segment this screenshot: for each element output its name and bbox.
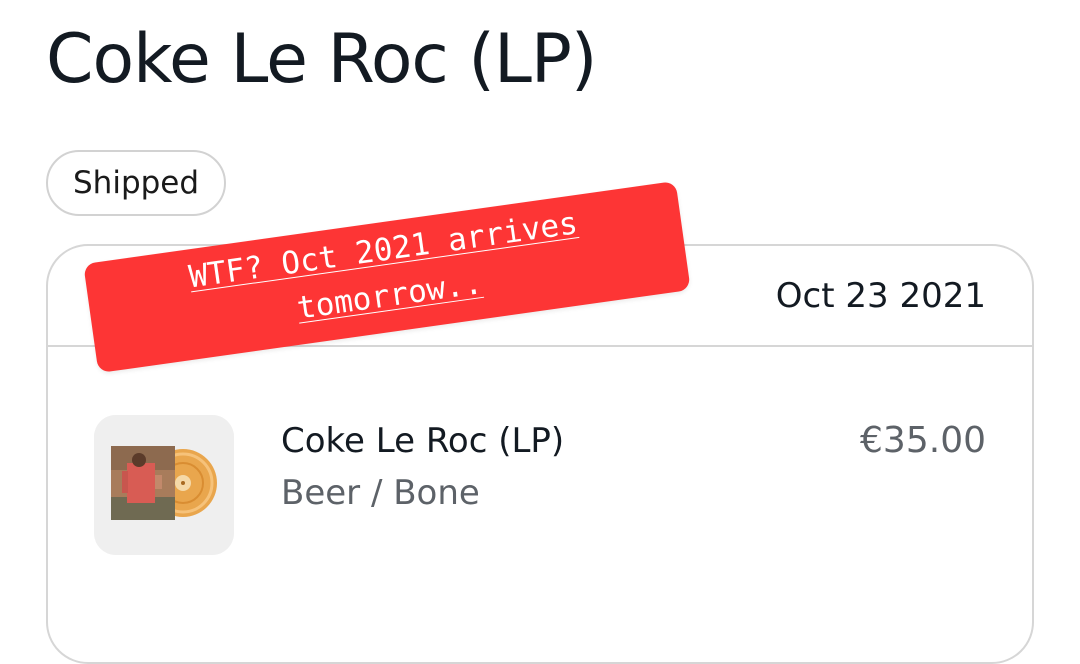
item-price: €35.00 (860, 420, 986, 461)
order-date: Oct 23 2021 (775, 276, 986, 316)
album-cover-image[interactable] (94, 415, 234, 555)
album-artwork (94, 415, 234, 555)
item-variant: Beer / Bone (281, 473, 480, 513)
page-title: Coke Le Roc (LP) (46, 20, 597, 99)
status-badge: Shipped (46, 150, 227, 216)
item-title[interactable]: Coke Le Roc (LP) (281, 416, 564, 466)
